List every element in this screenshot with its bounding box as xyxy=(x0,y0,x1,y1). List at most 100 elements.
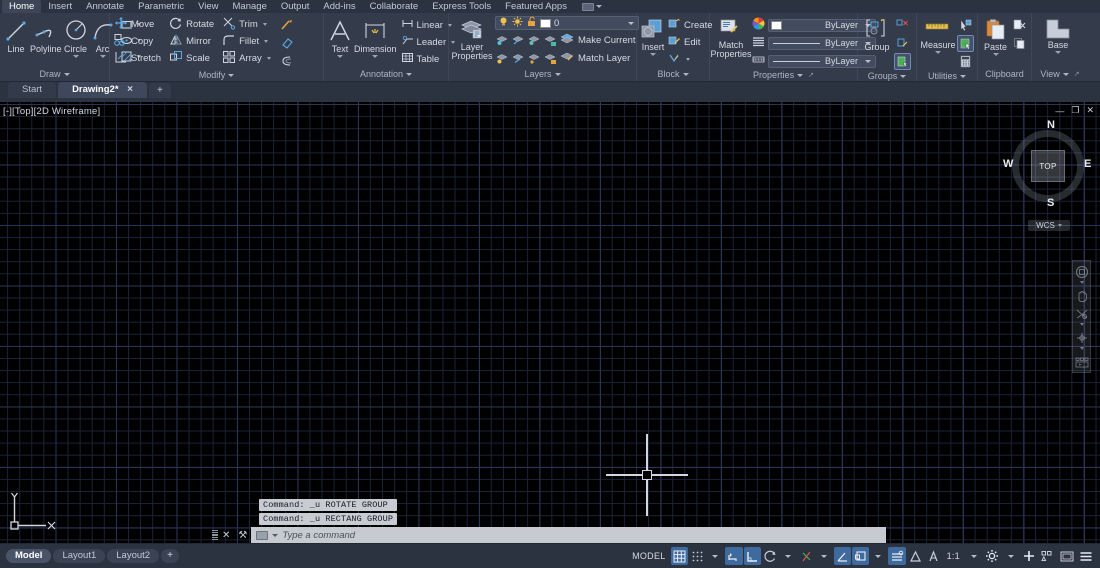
text-tool[interactable]: Text xyxy=(327,16,353,58)
match-properties-tool[interactable]: Match Properties xyxy=(710,16,752,59)
offset-tool[interactable] xyxy=(279,52,296,69)
viewcube-north-label[interactable]: N xyxy=(1047,119,1055,131)
move-tool[interactable]: Move xyxy=(113,16,164,32)
panel-dialog-launcher[interactable]: ↗ xyxy=(1074,68,1080,81)
block-attributes-tool[interactable] xyxy=(667,51,716,67)
file-tab-start[interactable]: Start xyxy=(8,82,57,98)
isolate-objects-icon[interactable] xyxy=(1039,547,1057,565)
chevron-down-icon[interactable] xyxy=(337,55,343,58)
rotate-tool[interactable]: Rotate xyxy=(168,16,217,32)
model-space-indicator[interactable]: MODEL xyxy=(628,551,670,561)
file-tab-drawing2[interactable]: Drawing2* × xyxy=(58,82,148,98)
close-icon[interactable]: ✕ xyxy=(1086,105,1094,116)
viewcube[interactable]: TOP N S W E WCS xyxy=(1002,119,1094,231)
panel-title-block[interactable]: Block xyxy=(637,68,709,81)
zoom-extents-icon[interactable] xyxy=(1073,329,1090,346)
annotation-scale-value[interactable]: 1:1 xyxy=(943,551,964,561)
fillet-tool[interactable]: Fillet xyxy=(221,33,274,49)
chevron-down-icon[interactable] xyxy=(686,57,690,61)
layer-unlock-tool[interactable] xyxy=(543,51,558,66)
minimize-icon[interactable]: — xyxy=(1055,106,1064,116)
workspace-chevron[interactable] xyxy=(1002,547,1019,565)
make-current-tool[interactable]: Make Current xyxy=(559,32,639,48)
ribbon-tab-annotate[interactable]: Annotate xyxy=(79,0,131,13)
chevron-down-icon[interactable] xyxy=(1055,51,1061,54)
scale-tool[interactable]: Scale xyxy=(168,50,217,66)
layer-lock-tool[interactable] xyxy=(543,33,558,48)
steering-wheel-icon[interactable] xyxy=(1073,263,1090,280)
layer-merge-tool[interactable] xyxy=(527,51,542,66)
chevron-down-icon[interactable] xyxy=(935,51,941,54)
hardware-acceleration-icon[interactable] xyxy=(1020,547,1038,565)
explode-tool[interactable] xyxy=(279,16,296,33)
copy-clip-tool[interactable] xyxy=(1011,35,1028,52)
stretch-tool[interactable]: Stretch xyxy=(113,50,164,66)
ortho-mode-toggle[interactable] xyxy=(743,547,761,565)
create-block-tool[interactable]: Create xyxy=(667,17,716,33)
drawing-canvas[interactable]: [-][Top][2D Wireframe] — ❐ ✕ TOP N S W E… xyxy=(0,102,1100,543)
ribbon-tab-view[interactable]: View xyxy=(191,0,225,13)
edit-block-tool[interactable]: Edit xyxy=(667,34,716,50)
chevron-down-icon[interactable] xyxy=(650,53,656,56)
polar-tracking-toggle[interactable] xyxy=(762,547,779,565)
mirror-tool[interactable]: Mirror xyxy=(168,33,217,49)
chevron-down-icon[interactable] xyxy=(262,22,267,26)
layer-thaw-tool[interactable] xyxy=(511,51,526,66)
new-layout-button[interactable]: + xyxy=(161,549,179,563)
ribbon-workspace-control[interactable] xyxy=(581,2,602,11)
viewcube-east-label[interactable]: E xyxy=(1084,158,1091,170)
quick-select-tool[interactable] xyxy=(957,17,974,34)
layout-tab-layout2[interactable]: Layout2 xyxy=(107,549,160,563)
layer-turn-on-tool[interactable] xyxy=(495,51,510,66)
chevron-down-icon[interactable] xyxy=(266,56,271,60)
dimension-tool[interactable]: Dimension xyxy=(354,16,397,58)
polyline-tool[interactable]: Polyline xyxy=(30,16,62,54)
erase-tool[interactable] xyxy=(279,34,296,51)
trim-tool[interactable]: Trim xyxy=(221,16,274,32)
panel-title-draw[interactable]: Draw xyxy=(0,68,109,81)
chevron-down-icon[interactable] xyxy=(72,55,79,58)
ucs-selector-dropdown[interactable]: WCS xyxy=(1028,220,1070,231)
paste-tool[interactable]: Paste xyxy=(981,16,1010,56)
panel-title-modify[interactable]: Modify xyxy=(110,69,323,82)
panel-dialog-launcher[interactable]: ↗ xyxy=(808,69,814,82)
layout-tab-model[interactable]: Model xyxy=(6,549,52,563)
chevron-down-icon[interactable] xyxy=(99,55,106,58)
group-selection-toggle[interactable] xyxy=(894,53,911,70)
viewcube-west-label[interactable]: W xyxy=(1003,158,1013,170)
snap-settings-chevron[interactable] xyxy=(707,547,724,565)
gear-icon[interactable] xyxy=(983,547,1001,565)
panel-title-utilities[interactable]: Utilities xyxy=(917,70,977,83)
base-view-tool[interactable]: Base xyxy=(1041,16,1075,54)
lightbulb-icon[interactable] xyxy=(498,16,509,30)
ucs-settings-chevron[interactable] xyxy=(870,547,887,565)
sun-freeze-icon[interactable] xyxy=(512,16,523,30)
dynamic-ucs-toggle[interactable] xyxy=(851,547,869,565)
selection-cycling-toggle[interactable] xyxy=(925,547,942,565)
navigation-bar[interactable] xyxy=(1072,260,1091,373)
panel-title-annotation[interactable]: Annotation xyxy=(324,68,448,81)
viewcube-south-label[interactable]: S xyxy=(1047,197,1054,209)
cut-tool[interactable] xyxy=(1011,17,1028,34)
viewcube-top-face[interactable]: TOP xyxy=(1031,150,1065,182)
wrench-icon[interactable]: ⚒ xyxy=(234,530,251,541)
command-input[interactable]: Type a command xyxy=(251,527,886,543)
ribbon-tab-manage[interactable]: Manage xyxy=(226,0,274,13)
ribbon-tab-home[interactable]: Home xyxy=(2,0,42,13)
lineweight-toggle[interactable] xyxy=(887,547,906,565)
insert-block-tool[interactable]: Insert xyxy=(640,16,666,56)
new-file-tab-button[interactable]: + xyxy=(149,83,171,98)
match-layer-tool[interactable]: Match Layer xyxy=(559,50,633,66)
customization-menu-icon[interactable] xyxy=(1077,547,1095,565)
chevron-down-icon[interactable] xyxy=(264,39,269,43)
current-layer-dropdown[interactable]: 0 xyxy=(495,16,639,30)
quick-calc-select-tool[interactable] xyxy=(957,35,974,52)
panel-title-groups[interactable]: Groups xyxy=(858,70,916,83)
ribbon-tab-express-tools[interactable]: Express Tools xyxy=(425,0,498,13)
ribbon-tab-addins[interactable]: Add-ins xyxy=(316,0,362,13)
showmotion-icon[interactable] xyxy=(1073,353,1090,370)
annotation-scale-chevron[interactable] xyxy=(965,547,982,565)
ribbon-tab-insert[interactable]: Insert xyxy=(41,0,79,13)
snap-mode-toggle[interactable] xyxy=(689,547,706,565)
layer-freeze-tool[interactable] xyxy=(511,33,526,48)
